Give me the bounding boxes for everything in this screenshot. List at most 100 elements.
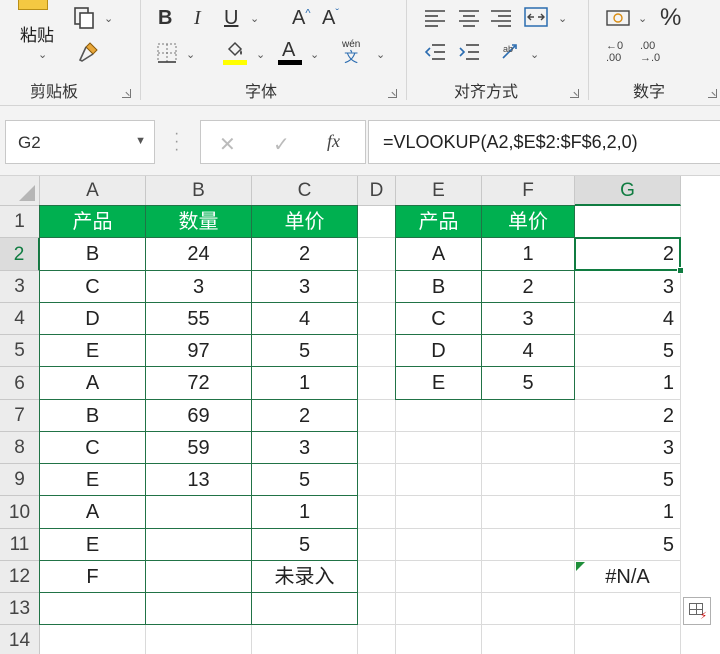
cell-c14[interactable]: [252, 625, 358, 654]
cell-a3[interactable]: C: [40, 271, 146, 303]
cell-d12[interactable]: [358, 561, 396, 593]
decrease-decimal-icon[interactable]: .00 →.0: [640, 40, 660, 64]
grow-font-button[interactable]: A^: [292, 8, 311, 28]
cell-d8[interactable]: [358, 432, 396, 464]
align-center-icon[interactable]: [458, 8, 480, 32]
row-header-10[interactable]: 10: [0, 496, 40, 529]
cell-c7[interactable]: 2: [252, 400, 358, 432]
chevron-down-icon[interactable]: ⌄: [376, 48, 385, 61]
cell-g3[interactable]: 3: [575, 271, 681, 303]
cell-e4[interactable]: C: [396, 303, 482, 335]
cell-e14[interactable]: [396, 625, 482, 654]
cell-g4[interactable]: 4: [575, 303, 681, 335]
cell-b6[interactable]: 72: [146, 367, 252, 400]
number-launcher-icon[interactable]: [708, 89, 717, 98]
copy-icon[interactable]: [72, 6, 96, 34]
cell-a7[interactable]: B: [40, 400, 146, 432]
percent-button[interactable]: %: [660, 6, 681, 30]
select-all-button[interactable]: [0, 176, 40, 206]
cell-g2[interactable]: 2: [575, 238, 681, 271]
cell-a1[interactable]: 产品: [40, 206, 146, 238]
error-indicator-icon[interactable]: [576, 562, 585, 571]
font-color-icon[interactable]: A: [282, 40, 295, 60]
cell-a13[interactable]: [40, 593, 146, 625]
bold-button[interactable]: B: [158, 8, 172, 28]
chevron-down-icon[interactable]: ⌄: [310, 48, 319, 61]
cell-g11[interactable]: 5: [575, 529, 681, 561]
cell-b10[interactable]: [146, 496, 252, 529]
cell-c11[interactable]: 5: [252, 529, 358, 561]
cell-a4[interactable]: D: [40, 303, 146, 335]
formula-bar-resize-handle[interactable]: · · ·: [174, 126, 179, 158]
column-header-a[interactable]: A: [40, 176, 146, 206]
cell-d9[interactable]: [358, 464, 396, 496]
orientation-icon[interactable]: ab: [500, 40, 524, 66]
cell-g1[interactable]: [575, 206, 681, 238]
cell-b14[interactable]: [146, 625, 252, 654]
cell-d5[interactable]: [358, 335, 396, 367]
cell-f11[interactable]: [482, 529, 575, 561]
cell-e10[interactable]: [396, 496, 482, 529]
enter-icon[interactable]: ✓: [273, 132, 290, 157]
row-header-4[interactable]: 4: [0, 303, 40, 335]
cell-e3[interactable]: B: [396, 271, 482, 303]
cell-d11[interactable]: [358, 529, 396, 561]
phonetic-guide-icon[interactable]: wén 文: [342, 40, 360, 65]
column-header-e[interactable]: E: [396, 176, 482, 206]
cell-f3[interactable]: 2: [482, 271, 575, 303]
paste-button[interactable]: 粘贴 ⌄: [8, 0, 58, 68]
column-header-d[interactable]: D: [358, 176, 396, 206]
column-header-b[interactable]: B: [146, 176, 252, 206]
align-left-icon[interactable]: [424, 8, 446, 32]
cell-e1[interactable]: 产品: [396, 206, 482, 238]
cell-b11[interactable]: [146, 529, 252, 561]
cell-d3[interactable]: [358, 271, 396, 303]
cell-e7[interactable]: [396, 400, 482, 432]
cell-c5[interactable]: 5: [252, 335, 358, 367]
cell-d4[interactable]: [358, 303, 396, 335]
currency-format-icon[interactable]: [606, 8, 630, 32]
cell-f1[interactable]: 单价: [482, 206, 575, 238]
cell-c13[interactable]: [252, 593, 358, 625]
cell-g13[interactable]: [575, 593, 681, 625]
cell-f13[interactable]: [482, 593, 575, 625]
borders-icon[interactable]: [156, 42, 178, 68]
chevron-down-icon[interactable]: ⌄: [104, 12, 113, 25]
alignment-launcher-icon[interactable]: [570, 89, 579, 98]
cell-g7[interactable]: 2: [575, 400, 681, 432]
cell-f14[interactable]: [482, 625, 575, 654]
cell-b12[interactable]: [146, 561, 252, 593]
cell-d10[interactable]: [358, 496, 396, 529]
cell-c2[interactable]: 2: [252, 238, 358, 271]
cell-g14[interactable]: [575, 625, 681, 654]
cell-c8[interactable]: 3: [252, 432, 358, 464]
cell-d6[interactable]: [358, 367, 396, 400]
cell-f10[interactable]: [482, 496, 575, 529]
chevron-down-icon[interactable]: ⌄: [638, 12, 647, 25]
increase-decimal-icon[interactable]: ←0 .00: [606, 40, 623, 64]
row-header-12[interactable]: 12: [0, 561, 40, 593]
cell-c1[interactable]: 单价: [252, 206, 358, 238]
cell-b8[interactable]: 59: [146, 432, 252, 464]
cell-e9[interactable]: [396, 464, 482, 496]
clipboard-launcher-icon[interactable]: [122, 89, 131, 98]
cell-b2[interactable]: 24: [146, 238, 252, 271]
cell-e13[interactable]: [396, 593, 482, 625]
cell-e8[interactable]: [396, 432, 482, 464]
cell-a11[interactable]: E: [40, 529, 146, 561]
cell-e2[interactable]: A: [396, 238, 482, 271]
column-header-g[interactable]: G: [575, 176, 681, 206]
row-header-9[interactable]: 9: [0, 464, 40, 496]
cell-g9[interactable]: 5: [575, 464, 681, 496]
cell-d1[interactable]: [358, 206, 396, 238]
increase-indent-icon[interactable]: [458, 42, 480, 66]
row-header-3[interactable]: 3: [0, 271, 40, 303]
column-header-c[interactable]: C: [252, 176, 358, 206]
cell-g12[interactable]: #N/A: [575, 561, 681, 593]
cell-a8[interactable]: C: [40, 432, 146, 464]
cell-a14[interactable]: [40, 625, 146, 654]
cell-d2[interactable]: [358, 238, 396, 271]
formula-input[interactable]: =VLOOKUP(A2,$E$2:$F$6,2,0): [368, 120, 720, 164]
chevron-down-icon[interactable]: ⌄: [250, 12, 259, 25]
cancel-icon[interactable]: ✕: [219, 132, 236, 157]
